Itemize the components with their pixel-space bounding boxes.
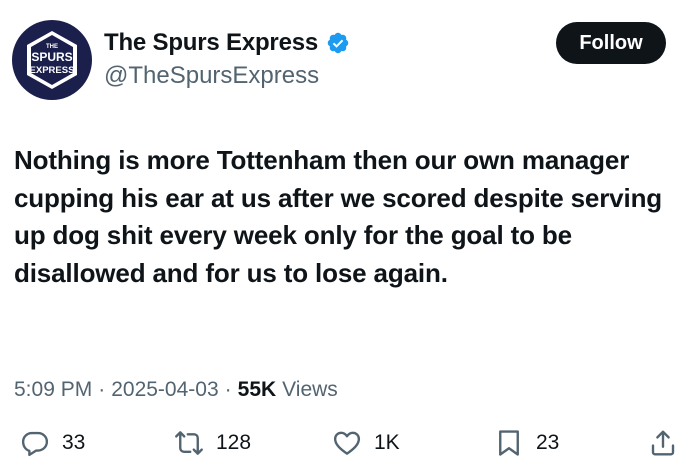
views-count: 55K <box>237 378 277 401</box>
tweet-meta: 5:09 PM · 2025-04-03 · 55K Views <box>14 378 338 402</box>
share-button[interactable] <box>648 428 678 458</box>
bookmark-button[interactable]: 23 <box>494 428 559 458</box>
retweet-count: 128 <box>216 431 252 454</box>
retweet-button[interactable]: 128 <box>174 428 251 458</box>
action-bar: 33 128 1K 23 <box>0 428 690 468</box>
meta-separator: · <box>224 378 232 401</box>
handle[interactable]: @TheSpursExpress <box>104 62 319 90</box>
name-row: The Spurs Express <box>104 29 350 57</box>
follow-button[interactable]: Follow <box>556 22 666 64</box>
tweet-card: THE SPURS EXPRESS The Spurs Express @The… <box>0 0 690 475</box>
like-icon <box>333 431 361 455</box>
like-button[interactable]: 1K <box>332 428 400 458</box>
reply-button[interactable]: 33 <box>20 428 85 458</box>
display-name[interactable]: The Spurs Express <box>104 29 318 57</box>
like-count: 1K <box>374 431 400 454</box>
share-icon <box>651 430 675 456</box>
meta-separator: · <box>98 378 106 401</box>
tweet-date[interactable]: 2025-04-03 <box>111 378 218 402</box>
logo-text-main2: EXPRESS <box>30 65 75 76</box>
avatar[interactable]: THE SPURS EXPRESS <box>12 20 92 100</box>
views-label: Views <box>282 378 338 401</box>
reply-icon <box>21 431 49 457</box>
logo-text-main1: SPURS <box>31 50 72 64</box>
tweet-time[interactable]: 5:09 PM <box>14 378 92 402</box>
tweet-text: Nothing is more Tottenham then our own m… <box>14 145 663 288</box>
spurs-express-logo: THE SPURS EXPRESS <box>27 31 77 89</box>
reply-count: 33 <box>62 431 86 454</box>
retweet-icon <box>175 431 203 455</box>
bookmark-icon <box>499 430 519 456</box>
bookmark-count: 23 <box>536 431 560 454</box>
verified-icon <box>327 32 349 54</box>
